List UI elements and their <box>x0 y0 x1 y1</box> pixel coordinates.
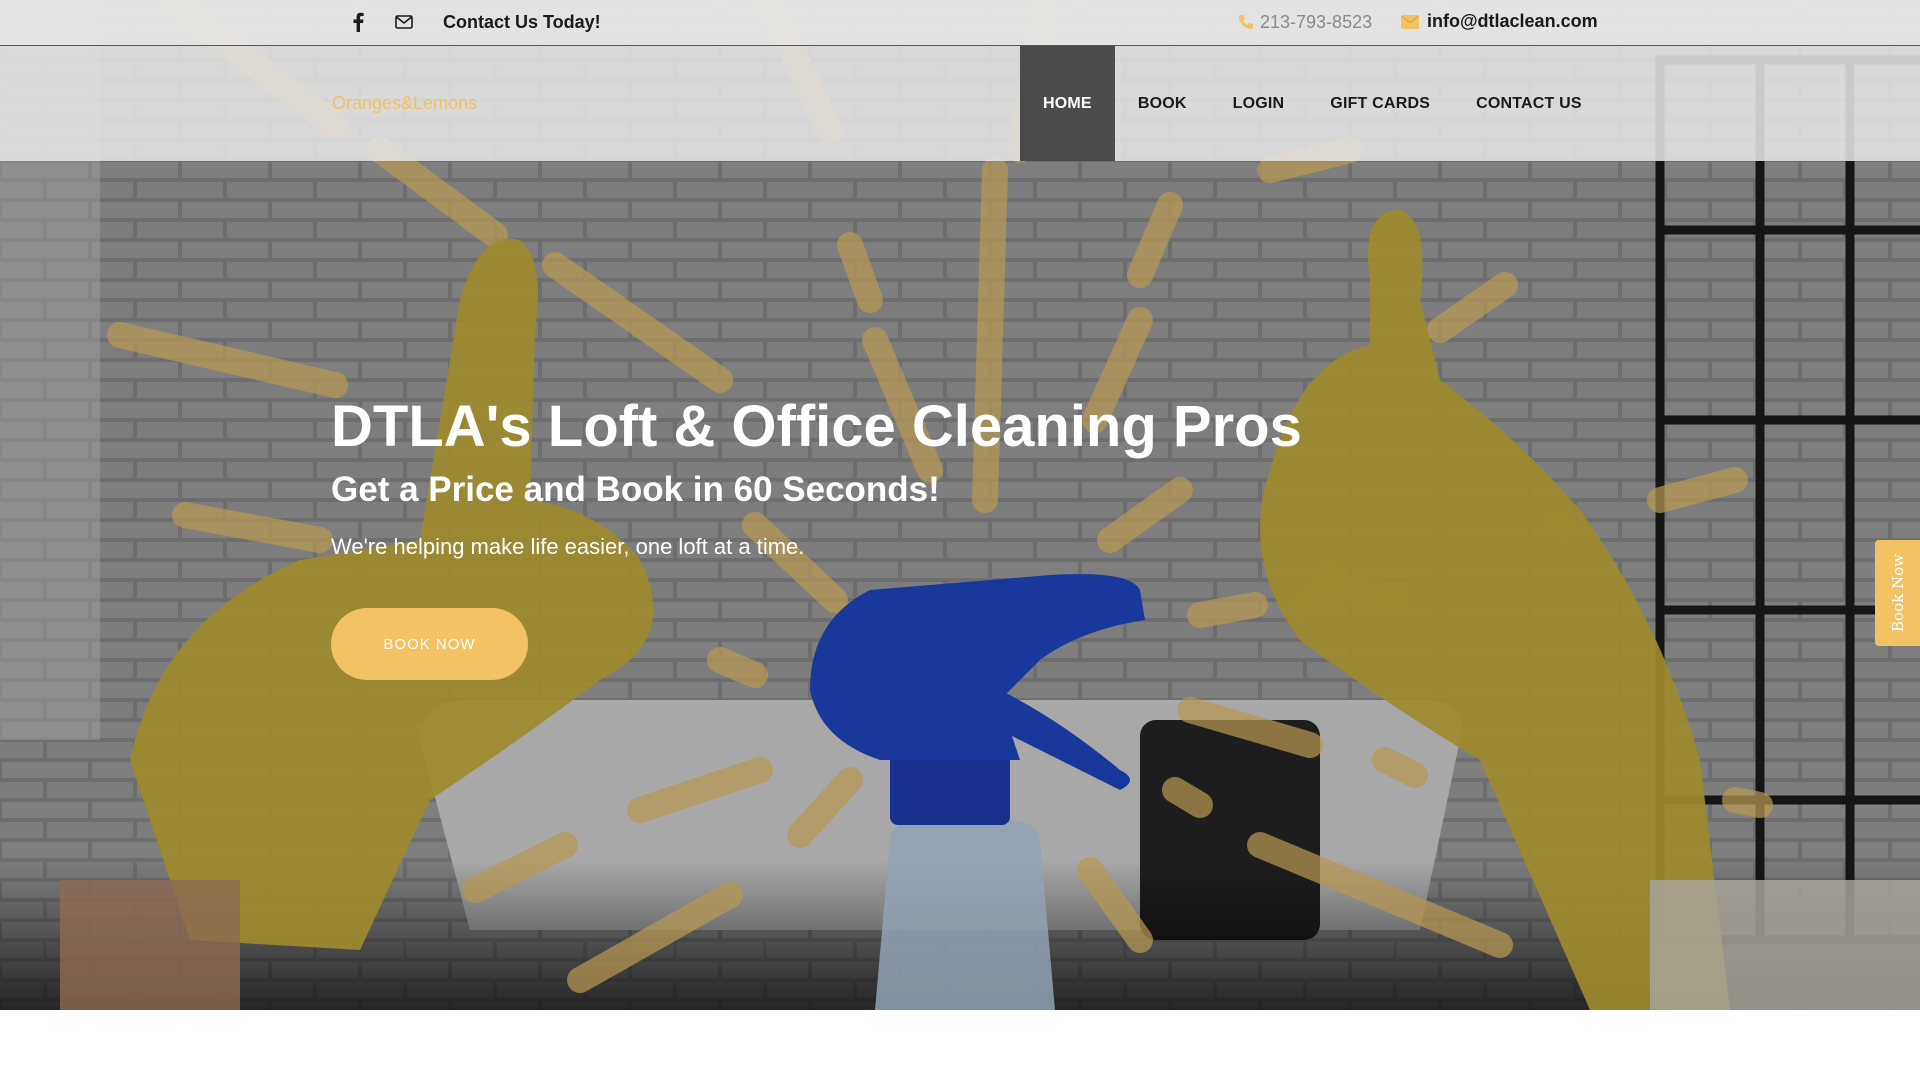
hero-title: DTLA's Loft & Office Cleaning Pros <box>331 394 1302 459</box>
nav-login[interactable]: LOGIN <box>1210 46 1308 161</box>
book-now-button[interactable]: BOOK NOW <box>331 608 528 680</box>
email-address[interactable]: info@dtlaclean.com <box>1427 11 1598 32</box>
phone-icon <box>1239 15 1253 29</box>
envelope-icon <box>1401 15 1419 29</box>
hero-tagline: We're helping make life easier, one loft… <box>331 534 805 559</box>
hero-subtitle: Get a Price and Book in 60 Seconds! <box>331 470 940 509</box>
phone-number[interactable]: 213-793-8523 <box>1260 12 1372 33</box>
facebook-icon[interactable] <box>351 12 365 32</box>
site-logo[interactable]: Oranges&Lemons <box>332 93 477 114</box>
top-contact-bar: Contact Us Today! 213-793-8523 info@dtla… <box>0 0 1920 46</box>
contact-us-today-text: Contact Us Today! <box>443 12 601 32</box>
nav-book[interactable]: BOOK <box>1115 46 1210 161</box>
book-now-side-tab[interactable]: Book Now <box>1875 540 1920 646</box>
main-nav: HOME BOOK LOGIN GIFT CARDS CONTACT US <box>1020 46 1605 161</box>
nav-home[interactable]: HOME <box>1020 46 1115 161</box>
nav-contact-us[interactable]: CONTACT US <box>1453 46 1605 161</box>
mail-icon[interactable] <box>395 15 413 29</box>
nav-gift-cards[interactable]: GIFT CARDS <box>1307 46 1453 161</box>
site-header: Oranges&Lemons HOME BOOK LOGIN GIFT CARD… <box>0 46 1920 161</box>
side-tab-label: Book Now <box>1888 554 1907 632</box>
